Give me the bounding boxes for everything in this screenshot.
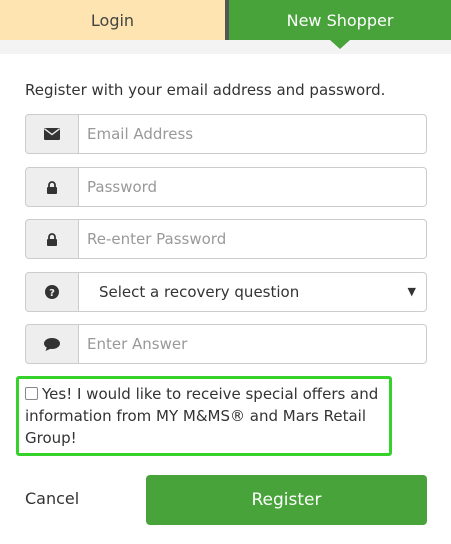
reenter-password-input[interactable]: [79, 219, 427, 259]
register-button[interactable]: Register: [146, 475, 427, 525]
question-circle-icon: ?: [25, 272, 79, 312]
email-group: [25, 114, 427, 154]
tab-divider: [0, 40, 451, 54]
password-group: [25, 167, 427, 207]
registration-panel: Login New Shopper Register with your ema…: [0, 0, 451, 544]
dropdown-arrow-icon: ▼: [407, 285, 416, 298]
tab-login-label: Login: [90, 10, 135, 30]
register-intro: Register with your email address and pas…: [25, 81, 386, 99]
reenter-password-group: [25, 219, 427, 259]
tab-new-shopper-label: New Shopper: [286, 10, 394, 30]
recovery-question-selected: Select a recovery question: [99, 283, 300, 301]
cancel-link[interactable]: Cancel: [25, 489, 79, 508]
offers-checkbox[interactable]: [25, 387, 38, 400]
envelope-icon: [25, 114, 79, 154]
speech-bubble-icon: [25, 324, 79, 364]
recovery-question-group: ? Select a recovery question ▼: [25, 272, 427, 312]
tab-new-shopper[interactable]: New Shopper: [229, 0, 451, 40]
answer-group: [25, 324, 427, 364]
password-input[interactable]: [79, 167, 427, 207]
svg-text:?: ?: [49, 288, 55, 299]
tab-login[interactable]: Login: [0, 0, 225, 40]
recovery-question-select[interactable]: Select a recovery question ▼: [79, 272, 427, 312]
auth-tabs: Login New Shopper: [0, 0, 451, 40]
email-input[interactable]: [79, 114, 427, 154]
offers-consent-label: Yes! I would like to receive special off…: [25, 385, 379, 447]
answer-input[interactable]: [79, 324, 427, 364]
offers-consent: Yes! I would like to receive special off…: [16, 376, 392, 456]
lock-icon: [25, 167, 79, 207]
lock-icon: [25, 219, 79, 259]
register-button-label: Register: [251, 490, 322, 510]
active-tab-pointer: [330, 40, 350, 49]
